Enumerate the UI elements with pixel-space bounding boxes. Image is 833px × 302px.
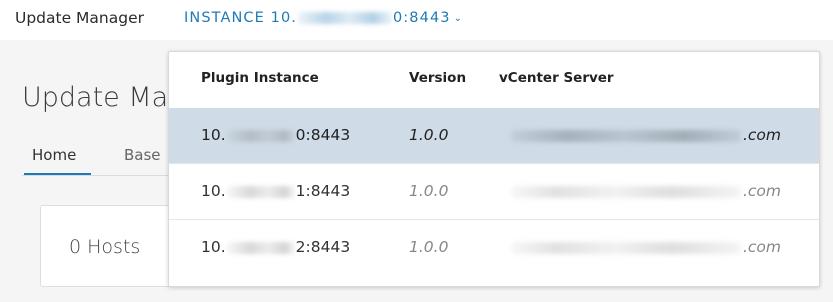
- top-header: Update Manager INSTANCE 10. 0:8443 ⌄: [0, 0, 833, 40]
- hosts-count: 0 Hosts: [69, 236, 141, 258]
- tabs-divider: [22, 175, 182, 176]
- version-cell: 1.0.0: [409, 126, 449, 144]
- hostname-suffix: .com: [742, 182, 781, 200]
- ip-suffix: 2:8443: [295, 238, 351, 256]
- instance-row[interactable]: 10. 2:8443 1.0.0 .com: [169, 220, 819, 276]
- vcenter-server-cell: .com: [499, 182, 781, 200]
- plugin-instance-cell: 10. 0:8443: [201, 126, 350, 144]
- hostname-suffix: .com: [742, 126, 781, 144]
- instance-prefix: INSTANCE 10.: [184, 10, 297, 26]
- app-title: Update Manager: [15, 9, 145, 27]
- ip-prefix: 10.: [201, 182, 226, 200]
- instance-suffix: 0:8443: [392, 10, 451, 26]
- version-cell: 1.0.0: [409, 182, 449, 200]
- instance-row[interactable]: 10. 0:8443 1.0.0 .com: [169, 108, 819, 164]
- tab-home[interactable]: Home: [32, 146, 76, 164]
- ip-prefix: 10.: [201, 126, 226, 144]
- column-header-plugin-instance: Plugin Instance: [201, 70, 319, 86]
- vcenter-server-cell: .com: [499, 238, 781, 256]
- redacted-ip-segment: [297, 12, 392, 24]
- chevron-down-icon: ⌄: [453, 13, 464, 24]
- version-cell: 1.0.0: [409, 238, 449, 256]
- ip-suffix: 1:8443: [295, 182, 351, 200]
- dropdown-header-row: Plugin Instance Version vCenter Server: [169, 52, 819, 108]
- redacted-ip-segment: [226, 185, 295, 198]
- ip-suffix: 0:8443: [295, 126, 351, 144]
- instance-row[interactable]: 10. 1:8443 1.0.0 .com: [169, 164, 819, 220]
- redacted-ip-segment: [226, 129, 295, 142]
- page-title: Update Ma: [22, 82, 169, 113]
- ip-prefix: 10.: [201, 238, 226, 256]
- redacted-ip-segment: [226, 241, 295, 254]
- redacted-hostname: [510, 129, 741, 142]
- column-header-vcenter-server: vCenter Server: [499, 70, 614, 86]
- instance-selector[interactable]: INSTANCE 10. 0:8443 ⌄: [184, 10, 463, 26]
- column-header-version: Version: [409, 70, 467, 86]
- plugin-instance-cell: 10. 2:8443: [201, 238, 350, 256]
- hostname-suffix: .com: [742, 238, 781, 256]
- redacted-hostname: [510, 241, 741, 254]
- tab-baselines[interactable]: Base: [124, 146, 161, 164]
- instance-dropdown: Plugin Instance Version vCenter Server 1…: [168, 51, 820, 287]
- vcenter-server-cell: .com: [499, 126, 781, 144]
- plugin-instance-cell: 10. 1:8443: [201, 182, 350, 200]
- redacted-hostname: [510, 185, 741, 198]
